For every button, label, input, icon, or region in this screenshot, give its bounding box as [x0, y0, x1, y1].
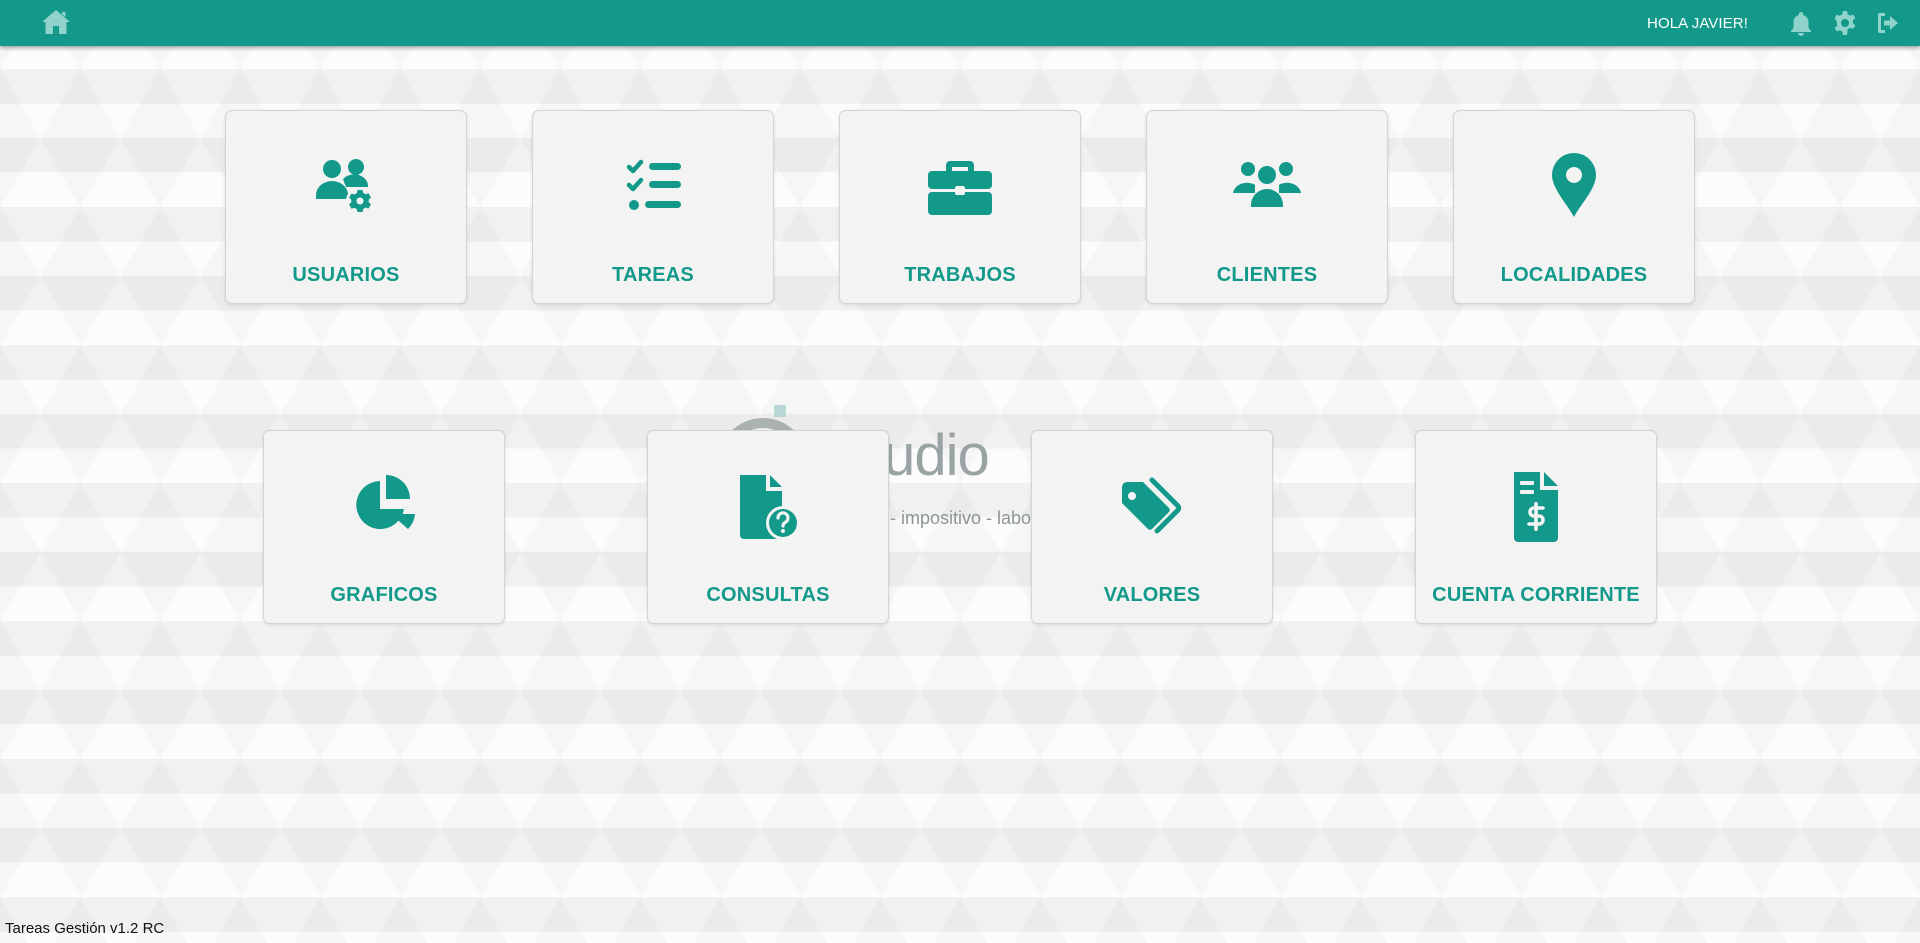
app-version: Tareas Gestión v1.2 RC: [5, 920, 165, 937]
briefcase-icon: [920, 147, 1000, 227]
file-invoice-dollar-icon: [1496, 467, 1576, 547]
menu-card-label: VALORES: [1103, 584, 1201, 606]
user-area: HOLA JAVIER!: [1647, 0, 1902, 46]
menu-card-label: TAREAS: [612, 264, 694, 286]
menu-card-label: GRAFICOS: [330, 584, 438, 606]
tags-icon: [1112, 467, 1192, 547]
logout-icon[interactable]: [1876, 10, 1902, 36]
menu-card-label: CUENTA CORRIENTE: [1432, 584, 1640, 606]
gear-icon[interactable]: [1832, 10, 1858, 36]
map-marker-icon: [1534, 147, 1614, 227]
menu-card-cuenta-corriente[interactable]: CUENTA CORRIENTE: [1415, 430, 1657, 624]
menu-card-trabajos[interactable]: TRABAJOS: [839, 110, 1081, 304]
top-navbar: HOLA JAVIER!: [0, 0, 1920, 46]
bell-icon[interactable]: [1788, 10, 1814, 36]
menu-card-graficos[interactable]: GRAFICOS: [263, 430, 505, 624]
menu-card-label: TRABAJOS: [904, 264, 1016, 286]
menu-card-valores[interactable]: VALORES: [1031, 430, 1273, 624]
menu-card-clientes[interactable]: CLIENTES: [1146, 110, 1388, 304]
user-greeting: HOLA JAVIER!: [1647, 14, 1748, 32]
home-icon[interactable]: [41, 9, 71, 35]
menu-card-localidades[interactable]: LOCALIDADES: [1453, 110, 1695, 304]
pie-chart-icon: [344, 467, 424, 547]
logo-square: [774, 405, 786, 417]
menu-card-label: USUARIOS: [292, 264, 400, 286]
menu-card-label: CONSULTAS: [706, 584, 830, 606]
users-cog-icon: [306, 147, 386, 227]
menu-card-consultas[interactable]: CONSULTAS: [647, 430, 889, 624]
menu-card-label: CLIENTES: [1216, 264, 1318, 286]
menu-card-tareas[interactable]: TAREAS: [532, 110, 774, 304]
menu-card-label: LOCALIDADES: [1500, 264, 1648, 286]
task-list-icon: [613, 147, 693, 227]
users-icon: [1227, 147, 1307, 227]
logo-subtitle: - impositivo - labor: [890, 508, 1038, 528]
menu-card-usuarios[interactable]: USUARIOS: [225, 110, 467, 304]
file-question-icon: [728, 467, 808, 547]
